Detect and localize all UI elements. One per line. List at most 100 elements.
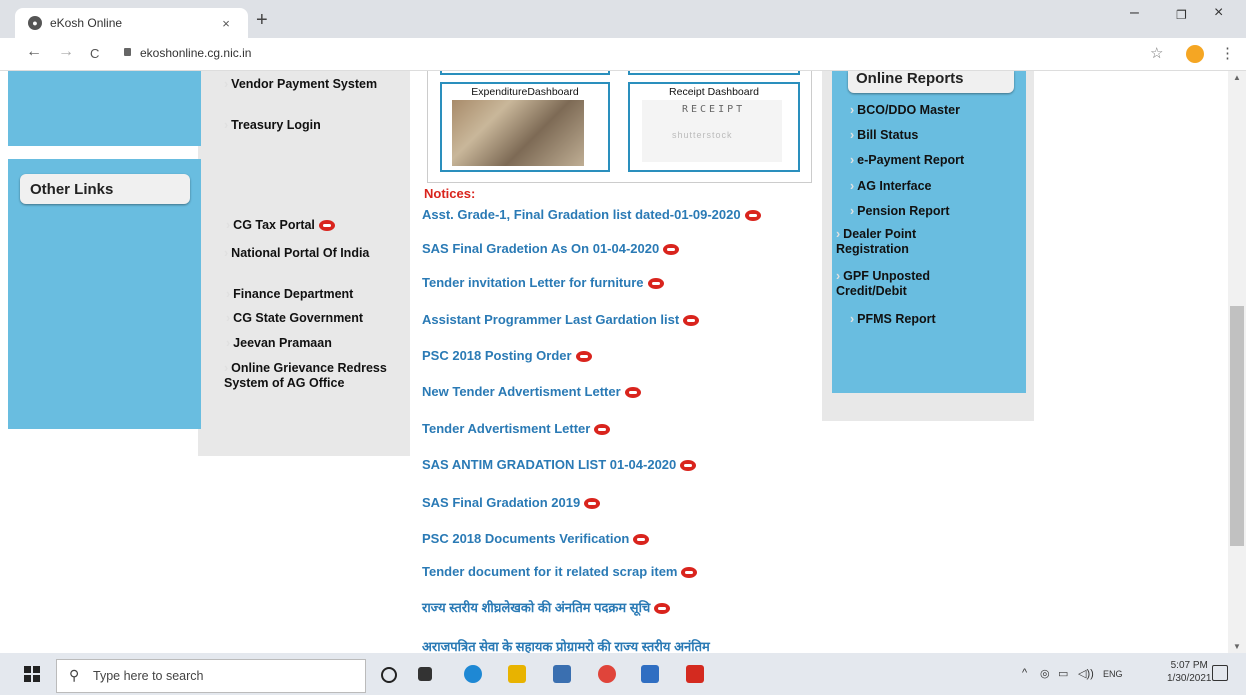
bookmark-star-icon[interactable]: ☆ (1150, 44, 1163, 62)
lock-icon (124, 48, 131, 56)
link-national-portal[interactable]: › National Portal Of India (224, 246, 374, 261)
new-badge-icon (663, 244, 680, 256)
menu-kebab-icon[interactable]: ⋮ (1220, 44, 1235, 62)
new-badge-icon (633, 534, 650, 546)
reload-button[interactable]: C (90, 46, 99, 61)
cortana-icon[interactable] (381, 667, 397, 683)
notice-link[interactable]: Tender invitation Letter for furniture (422, 275, 664, 290)
receipt-dashboard-title: Receipt Dashboard (669, 86, 759, 98)
windows-start-icon[interactable] (24, 666, 40, 682)
link-online-grievance[interactable]: › Online Grievance Redress System of AG O… (224, 361, 396, 391)
notice-link[interactable]: Tender document for it related scrap ite… (422, 564, 698, 579)
dashboard-card-top-left[interactable] (440, 71, 610, 75)
new-badge-icon (594, 424, 611, 436)
scroll-down-arrow-icon[interactable]: ▼ (1233, 642, 1241, 651)
edge-icon[interactable] (464, 665, 482, 683)
notice-link-text: अराजपत्रित सेवा के सहायक प्रोग्रामरो की … (422, 639, 710, 653)
taskbar-clock[interactable]: 5:07 PM 1/30/2021 (1167, 659, 1212, 685)
browser-tab-strip: ● eKosh Online × + – ❐ × (0, 0, 1246, 38)
taskbar-search-box[interactable]: ⚲ Type here to search (56, 659, 366, 693)
dashboard-card-top-right[interactable] (628, 71, 800, 75)
language-indicator[interactable]: ENG (1103, 669, 1123, 679)
notice-link-text: राज्य स्तरीय शीघ्रलेखको की अंनतिम पदक्रम… (422, 600, 651, 615)
report-pfms[interactable]: › PFMS Report (850, 312, 936, 327)
other-links-heading: Other Links (20, 174, 190, 204)
report-ag-interface[interactable]: › AG Interface (850, 179, 932, 194)
tab-close-button[interactable]: × (218, 16, 234, 31)
notice-link-text: Tender invitation Letter for furniture (422, 275, 644, 290)
tray-chevron-icon[interactable]: ^ (1022, 667, 1027, 679)
sidebar-item-vendor-payment[interactable]: › Vendor Payment System (224, 77, 384, 92)
close-window-button[interactable]: × (1214, 4, 1223, 22)
notice-link[interactable]: SAS ANTIM GRADATION LIST 01-04-2020 (422, 457, 697, 472)
pdf-reader-icon[interactable] (686, 665, 704, 683)
store-icon[interactable] (553, 665, 571, 683)
notice-link[interactable]: New Tender Advertisment Letter (422, 384, 641, 399)
left-top-panel (8, 71, 201, 146)
search-placeholder: Type here to search (93, 669, 204, 683)
receipt-dashboard-card[interactable]: Receipt Dashboard RECEIPT shutterstock (628, 82, 800, 172)
network-icon[interactable]: ▭ (1058, 667, 1068, 680)
report-e-payment[interactable]: › e-Payment Report (850, 153, 964, 168)
forward-button[interactable]: → (58, 43, 74, 61)
notice-link-text: SAS Final Gradation 2019 (422, 495, 581, 510)
new-tab-button[interactable]: + (256, 9, 268, 32)
notice-link[interactable]: PSC 2018 Posting Order (422, 348, 592, 363)
page-scrollbar[interactable]: ▲ ▼ (1228, 71, 1246, 653)
minimize-button[interactable]: – (1130, 4, 1139, 22)
report-gpf-unposted[interactable]: › GPF Unposted Credit/Debit (836, 269, 986, 299)
link-cg-state-government[interactable]: › CG State Government (226, 311, 363, 326)
url-field[interactable]: ekoshonline.cg.nic.in (140, 46, 251, 60)
notice-link-text: New Tender Advertisment Letter (422, 384, 621, 399)
notice-link[interactable]: अराजपत्रित सेवा के सहायक प्रोग्रामरो की … (422, 637, 710, 653)
notice-link[interactable]: PSC 2018 Documents Verification (422, 531, 650, 546)
link-cg-tax-portal[interactable]: › CG Tax Portal (226, 218, 335, 233)
task-view-icon[interactable] (418, 667, 432, 681)
report-dealer-point-registration[interactable]: › Dealer Point Registration (836, 227, 986, 257)
tray-app-icon[interactable]: ◎ (1040, 667, 1050, 680)
notice-link[interactable]: SAS Final Gradetion As On 01-04-2020 (422, 241, 680, 256)
profile-avatar[interactable] (1186, 45, 1204, 63)
new-badge-icon (575, 351, 592, 363)
scrollbar-thumb[interactable] (1230, 306, 1244, 546)
new-badge-icon (744, 210, 761, 222)
new-badge-icon (624, 387, 641, 399)
notice-link-text: PSC 2018 Posting Order (422, 348, 572, 363)
tab-title: eKosh Online (50, 16, 123, 30)
back-button[interactable]: ← (26, 43, 42, 61)
new-badge-icon (318, 220, 335, 232)
notice-link-text: Asst. Grade-1, Final Gradation list date… (422, 207, 741, 222)
notice-link-text: SAS ANTIM GRADATION LIST 01-04-2020 (422, 457, 677, 472)
report-pension[interactable]: › Pension Report (850, 204, 950, 219)
new-badge-icon (647, 278, 664, 290)
notice-link[interactable]: Assistant Programmer Last Gardation list (422, 312, 700, 327)
chrome-icon[interactable] (598, 665, 616, 683)
new-badge-icon (683, 315, 700, 327)
report-bill-status[interactable]: › Bill Status (850, 128, 918, 143)
sidebar-item-treasury-login[interactable]: › Treasury Login (224, 118, 321, 133)
notifications-icon[interactable] (1212, 665, 1228, 681)
notice-link-text: Tender Advertisment Letter (422, 421, 591, 436)
notice-link[interactable]: Tender Advertisment Letter (422, 421, 611, 436)
notice-link[interactable]: Asst. Grade-1, Final Gradation list date… (422, 207, 761, 222)
browser-tab[interactable]: ● eKosh Online × (15, 8, 248, 38)
notices-label: Notices: (424, 186, 476, 201)
notice-link-text: Tender document for it related scrap ite… (422, 564, 678, 579)
notice-link[interactable]: राज्य स्तरीय शीघ्रलेखको की अंनतिम पदक्रम… (422, 598, 671, 616)
file-explorer-icon[interactable] (508, 665, 526, 683)
notice-link[interactable]: SAS Final Gradation 2019 (422, 495, 601, 510)
app-icon[interactable] (641, 665, 659, 683)
notice-link-text: Assistant Programmer Last Gardation list (422, 312, 680, 327)
expenditure-dashboard-card[interactable]: ExpenditureDashboard (440, 82, 610, 172)
maximize-button[interactable]: ❐ (1176, 8, 1187, 22)
scroll-up-arrow-icon[interactable]: ▲ (1233, 73, 1241, 82)
new-badge-icon (654, 603, 671, 615)
link-jeevan-pramaan[interactable]: › Jeevan Pramaan (226, 336, 332, 351)
new-badge-icon (681, 567, 698, 579)
globe-icon: ● (28, 16, 42, 30)
online-reports-heading: Online Reports (848, 71, 1014, 93)
volume-icon[interactable]: ◁)) (1078, 667, 1094, 680)
link-finance-department[interactable]: › Finance Department (226, 287, 353, 302)
report-bco-ddo-master[interactable]: › BCO/DDO Master (850, 103, 960, 118)
new-badge-icon (584, 498, 601, 510)
